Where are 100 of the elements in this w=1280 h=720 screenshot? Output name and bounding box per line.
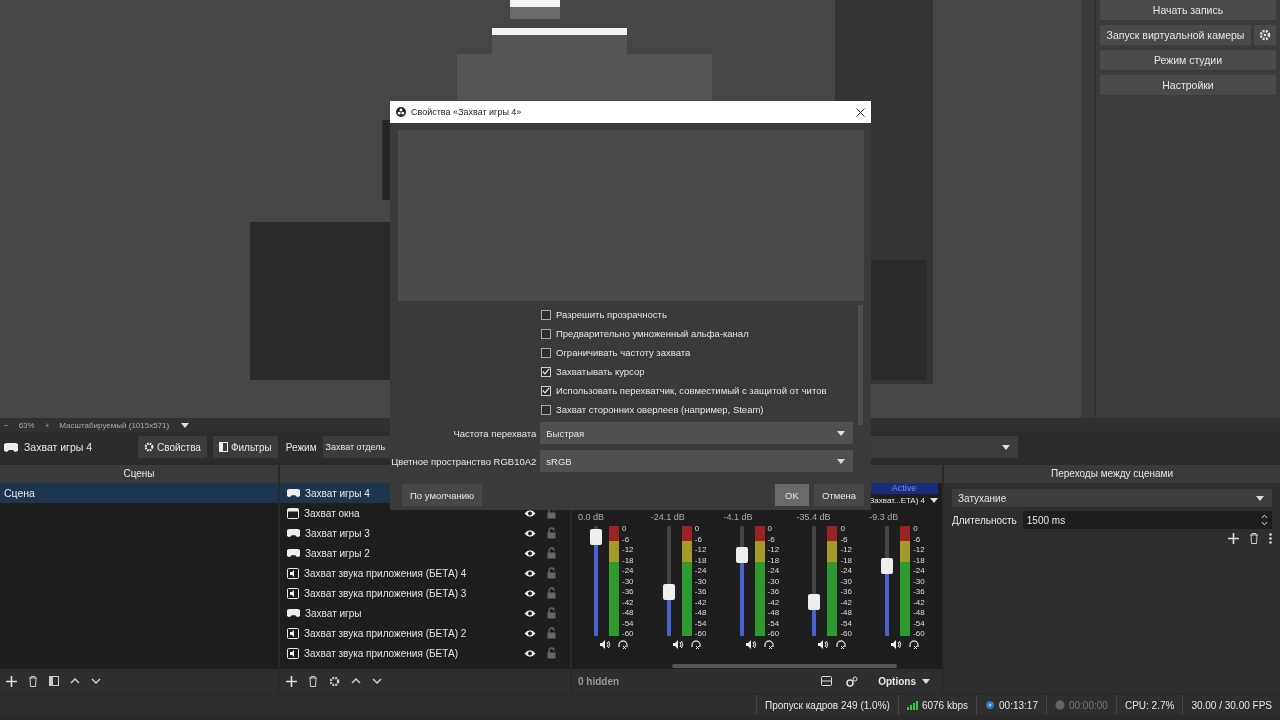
lock-icon[interactable]	[547, 647, 556, 659]
control-button[interactable]: Запуск виртуальной камеры	[1100, 25, 1251, 45]
lock-icon[interactable]	[547, 607, 556, 619]
speaker-icon[interactable]	[672, 640, 684, 649]
zoom-in-button[interactable]: +	[44, 420, 50, 430]
checkbox[interactable]	[541, 404, 551, 415]
lock-icon[interactable]	[547, 587, 556, 599]
caret-icon[interactable]	[181, 422, 190, 428]
source-name: Захват игры 2	[305, 547, 370, 559]
add-icon[interactable]	[286, 675, 297, 687]
lock-icon[interactable]	[547, 507, 556, 519]
move-up-icon[interactable]	[351, 678, 361, 684]
source-item[interactable]: Захват звука приложения (БЕТА) 4	[280, 563, 570, 583]
move-up-icon[interactable]	[70, 678, 80, 684]
lock-icon[interactable]	[547, 627, 556, 639]
meter-scale-label: -54	[840, 618, 852, 628]
source-item[interactable]: Захват игры 3	[280, 523, 570, 543]
source-item[interactable]: Захват игры 2	[280, 543, 570, 563]
volume-slider[interactable]	[808, 526, 821, 636]
speaker-icon[interactable]	[818, 640, 830, 649]
options-button[interactable]: Options	[872, 674, 936, 688]
properties-button[interactable]: Свойства	[138, 436, 207, 458]
source-item[interactable]: Захват звука приложения (БЕТА) 3	[280, 583, 570, 603]
ok-button[interactable]: OK	[774, 484, 809, 506]
duration-label: Длительность	[952, 514, 1017, 526]
source-item[interactable]: Захват игры	[280, 603, 570, 623]
channel-name[interactable]: Захват...ETA) 4	[869, 494, 938, 507]
eye-icon[interactable]	[524, 628, 536, 638]
eye-icon[interactable]	[524, 588, 536, 598]
eye-icon[interactable]	[524, 548, 536, 558]
trash-icon[interactable]	[308, 675, 318, 687]
cancel-button[interactable]: Отмена	[813, 484, 864, 506]
scene-item[interactable]: Сцена	[0, 483, 278, 503]
control-button[interactable]: Начать запись	[1100, 0, 1276, 20]
dropped-frames: Пропуск кадров 249 (1.0%)	[756, 695, 898, 715]
checkbox[interactable]	[541, 347, 551, 358]
meter-scale-label: -12	[622, 545, 634, 554]
meter-scale-label: -60	[622, 629, 634, 638]
add-icon[interactable]	[1228, 533, 1239, 544]
zoom-out-button[interactable]: −	[4, 420, 9, 430]
lock-icon[interactable]	[547, 527, 556, 539]
headphones-icon[interactable]	[909, 640, 920, 650]
settings-icon[interactable]	[846, 675, 859, 687]
speaker-icon[interactable]	[600, 640, 611, 649]
control-button[interactable]: Настройки	[1100, 75, 1276, 95]
lock-icon[interactable]	[547, 567, 556, 579]
trash-icon[interactable]	[1249, 533, 1259, 544]
source-item[interactable]: Захват окна	[280, 503, 570, 523]
move-down-icon[interactable]	[91, 678, 101, 684]
defaults-button[interactable]: По умолчанию	[402, 484, 483, 506]
move-down-icon[interactable]	[372, 678, 382, 684]
meter-scale-label: -12	[767, 545, 780, 554]
spinner-icon[interactable]	[1261, 514, 1268, 526]
eye-icon[interactable]	[524, 648, 536, 658]
headphones-icon[interactable]	[618, 640, 628, 650]
meter-scale-label: -42	[913, 597, 925, 607]
headphones-icon[interactable]	[690, 640, 701, 650]
settings-icon[interactable]	[329, 675, 340, 687]
headphones-icon[interactable]	[836, 640, 847, 650]
meter-scale-label: -6	[694, 534, 703, 544]
more-icon[interactable]	[1269, 533, 1272, 544]
caret-icon	[922, 678, 930, 684]
meter-scale-label: -24	[767, 566, 780, 575]
lock-icon[interactable]	[547, 547, 556, 559]
volume-slider[interactable]	[662, 526, 675, 636]
settings-icon[interactable]	[1254, 25, 1276, 45]
eye-icon[interactable]	[524, 568, 536, 578]
scale-mode[interactable]: Масштабируемый (1015x571)	[59, 420, 170, 430]
eye-icon[interactable]	[524, 528, 536, 538]
source-item[interactable]: Захват звука приложения (БЕТА) 2	[280, 623, 570, 643]
volume-slider[interactable]	[590, 526, 602, 636]
option-label: Разрешить прозрачность	[556, 309, 667, 320]
layout-icon[interactable]	[821, 676, 833, 686]
scrollbar[interactable]	[1081, 0, 1095, 418]
control-button[interactable]: Режим студии	[1100, 50, 1276, 70]
transition-dropdown[interactable]: Затухание	[952, 489, 1272, 507]
headphones-icon[interactable]	[763, 640, 774, 650]
meter-scale-label: -12	[840, 545, 852, 554]
speaker-icon[interactable]	[745, 640, 757, 649]
duration-field[interactable]: 1500 ms	[1022, 511, 1272, 529]
filters-button[interactable]: Фильтры	[212, 436, 278, 458]
checkbox[interactable]	[541, 385, 551, 396]
eye-icon[interactable]	[524, 608, 536, 618]
speaker-icon[interactable]	[891, 640, 903, 649]
dropdown-field[interactable]: Быстрая	[540, 422, 853, 444]
trash-icon[interactable]	[28, 675, 38, 687]
checkbox[interactable]	[541, 366, 551, 377]
close-icon[interactable]	[856, 107, 865, 117]
scrollbar[interactable]	[672, 664, 897, 668]
add-icon[interactable]	[6, 675, 17, 687]
filter-icon[interactable]	[49, 676, 59, 686]
meter-scale-label: -30	[694, 576, 707, 586]
dropdown-field[interactable]: sRGB	[540, 450, 853, 472]
checkbox[interactable]	[541, 328, 551, 339]
source-item[interactable]: Захват звука приложения (БЕТА)	[280, 643, 570, 663]
volume-slider[interactable]	[735, 526, 748, 636]
checkbox[interactable]	[541, 309, 551, 320]
meter-scale-label: 0	[767, 524, 774, 533]
stream-time: 00:13:17	[999, 699, 1038, 711]
volume-slider[interactable]	[881, 526, 894, 636]
